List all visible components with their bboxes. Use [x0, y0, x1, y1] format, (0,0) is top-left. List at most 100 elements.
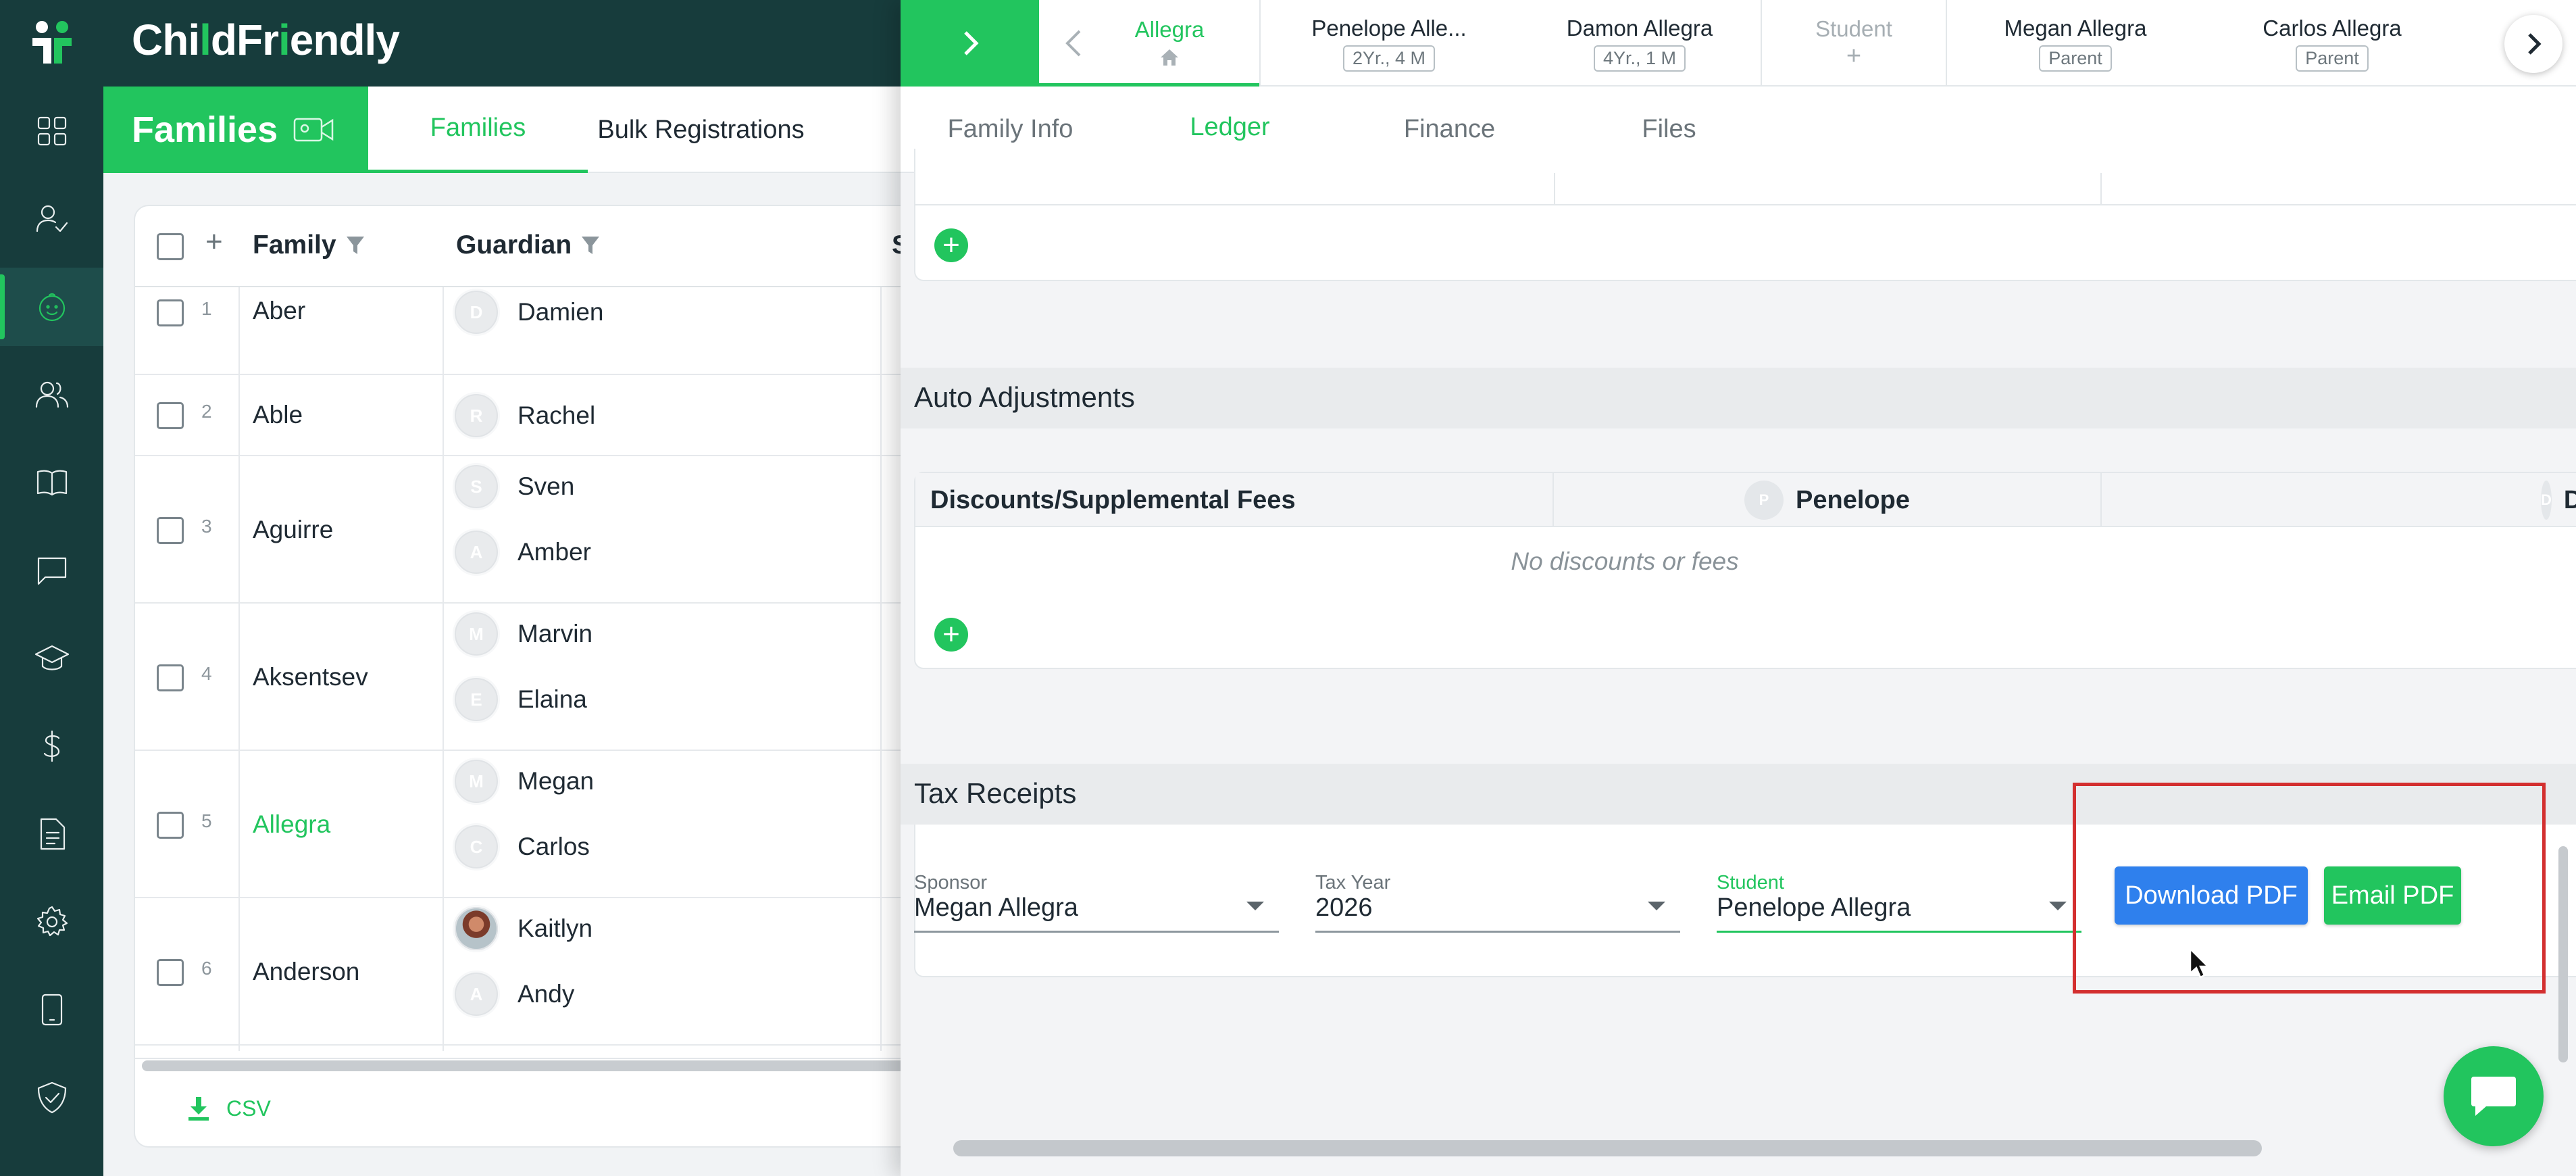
childfriendly-logo-icon[interactable]: [28, 19, 76, 66]
tab-families[interactable]: Families: [368, 87, 588, 173]
member-damon[interactable]: Damon Allegra 4Yr., 1 M: [1519, 0, 1761, 87]
row-checkbox[interactable]: [157, 299, 184, 326]
guardian-name: Elaina: [517, 685, 587, 713]
nav-kiosk[interactable]: [0, 971, 103, 1049]
column-family[interactable]: Family: [253, 230, 365, 260]
brand-wordmark[interactable]: ChildFriendly: [132, 15, 400, 65]
column-divider: [2100, 173, 2102, 205]
avatar: R: [453, 392, 500, 439]
highlight-annotation-box: [2073, 783, 2546, 994]
tax-year-select[interactable]: Tax Year 2026: [1315, 872, 1680, 933]
sponsor-select[interactable]: Sponsor Megan Allegra: [914, 872, 1279, 933]
chat-bubble-icon: [2470, 1074, 2517, 1119]
avatar: S: [453, 463, 500, 510]
nav-security[interactable]: [0, 1058, 103, 1137]
filter-icon[interactable]: [581, 235, 600, 255]
family-name[interactable]: Able: [253, 401, 303, 429]
divider: [915, 204, 2576, 205]
guardian-entry[interactable]: A Amber: [453, 529, 591, 576]
chevron-right-icon: [2521, 32, 2546, 56]
collapse-panel-button[interactable]: [901, 0, 1039, 87]
family-member-strip: Allegra Penelope Alle... 2Yr., 4 M Damon…: [1039, 0, 2576, 87]
nav-dashboard[interactable]: [0, 92, 103, 170]
auto-adjustments-card: Discounts/Supplemental Fees P Penelope D…: [914, 472, 2576, 669]
nav-children[interactable]: [0, 268, 103, 346]
chat-icon: [34, 553, 70, 588]
table-row[interactable]: 6 Anderson Kaitlyn A Andy: [135, 898, 943, 1046]
family-name[interactable]: Aksentsev: [253, 663, 368, 691]
table-horizontal-scrollbar[interactable]: [142, 1060, 939, 1071]
chevron-down-icon: [1246, 902, 1264, 910]
table-row[interactable]: 5 Allegra M Megan C Carlos: [135, 751, 943, 898]
row-checkbox[interactable]: [157, 517, 184, 544]
nav-messages[interactable]: [0, 531, 103, 610]
guardian-entry[interactable]: R Rachel: [453, 392, 595, 439]
support-chat-button[interactable]: [2444, 1046, 2544, 1146]
column-divider: [1554, 173, 1555, 205]
avatar: D: [453, 289, 500, 336]
column-penelope: P Penelope: [1554, 473, 2100, 527]
tab-bulk-registrations[interactable]: Bulk Registrations: [588, 87, 814, 173]
guardian-entry[interactable]: D Damien: [453, 289, 604, 336]
table-header: + Family Guardian S: [135, 206, 943, 287]
row-checkbox[interactable]: [157, 959, 184, 986]
guardian-entry[interactable]: M Megan: [453, 758, 594, 805]
guardian-entry[interactable]: C Carlos: [453, 823, 590, 871]
nav-billing[interactable]: [0, 707, 103, 785]
add-student-button[interactable]: Student +: [1762, 0, 1946, 87]
member-name: Damon Allegra: [1566, 15, 1713, 41]
age-badge: 2Yr., 4 M: [1342, 45, 1436, 72]
family-name[interactable]: Anderson: [253, 958, 359, 986]
video-camera-icon[interactable]: [293, 115, 334, 145]
dollar-icon: [34, 729, 70, 764]
shield-check-icon: [34, 1080, 70, 1115]
guardian-entry[interactable]: A Andy: [453, 971, 574, 1018]
guardian-entry[interactable]: E Elaina: [453, 676, 587, 723]
column-guardian[interactable]: Guardian: [456, 230, 600, 260]
table-row[interactable]: 2 Able R Rachel: [135, 375, 943, 456]
guardian-entry[interactable]: Kaitlyn: [453, 905, 592, 952]
nav-curriculum[interactable]: [0, 443, 103, 522]
field-label: Tax Year: [1315, 872, 1391, 893]
row-number: 5: [201, 810, 212, 831]
column-family-label: Family: [253, 230, 336, 260]
nav-learning[interactable]: [0, 619, 103, 697]
next-member-button[interactable]: [2504, 15, 2562, 73]
select-all-checkbox[interactable]: [157, 233, 184, 260]
nav-settings[interactable]: [0, 883, 103, 961]
member-penelope[interactable]: Penelope Alle... 2Yr., 4 M: [1259, 0, 1519, 87]
avatar: A: [453, 529, 500, 576]
row-checkbox[interactable]: [157, 812, 184, 839]
guardian-name: Kaitlyn: [517, 914, 593, 942]
panel-vertical-scrollbar[interactable]: [2558, 846, 2568, 1062]
table-row[interactable]: 3 Aguirre S Sven A Amber: [135, 456, 943, 604]
panel-horizontal-scrollbar[interactable]: [953, 1140, 2262, 1156]
family-name[interactable]: Aguirre: [253, 516, 333, 544]
filter-icon[interactable]: [346, 235, 365, 255]
table-row[interactable]: 1 Aber D Damien: [135, 287, 943, 375]
member-carlos[interactable]: Carlos Allegra Parent: [2204, 0, 2460, 87]
table-row[interactable]: 4 Aksentsev M Marvin E Elaina: [135, 604, 943, 751]
nav-people[interactable]: [0, 356, 103, 434]
nav-attendance[interactable]: [0, 180, 103, 258]
add-family-button[interactable]: +: [205, 225, 223, 259]
member-name: Allegra: [1134, 16, 1205, 42]
add-ledger-entry-button[interactable]: +: [934, 228, 968, 262]
families-section-title: Families: [103, 87, 368, 173]
export-csv-button[interactable]: CSV: [186, 1096, 271, 1121]
guardian-entry[interactable]: S Sven: [453, 463, 574, 510]
families-subheader: Families Families Bulk Registrations: [103, 87, 914, 173]
member-family-allegra[interactable]: Allegra: [1039, 0, 1259, 87]
avatar-photo: [453, 905, 500, 952]
family-name-selected[interactable]: Allegra: [253, 810, 330, 839]
row-checkbox[interactable]: [157, 664, 184, 691]
settings-gear-icon: [34, 904, 70, 939]
add-adjustment-button[interactable]: +: [934, 618, 968, 652]
home-icon: [1119, 48, 1180, 67]
student-select[interactable]: Student Penelope Allegra: [1717, 872, 2081, 933]
member-megan[interactable]: Megan Allegra Parent: [1947, 0, 2204, 87]
nav-reports[interactable]: [0, 795, 103, 873]
row-checkbox[interactable]: [157, 402, 184, 429]
guardian-entry[interactable]: M Marvin: [453, 610, 592, 658]
family-name[interactable]: Aber: [253, 297, 305, 325]
